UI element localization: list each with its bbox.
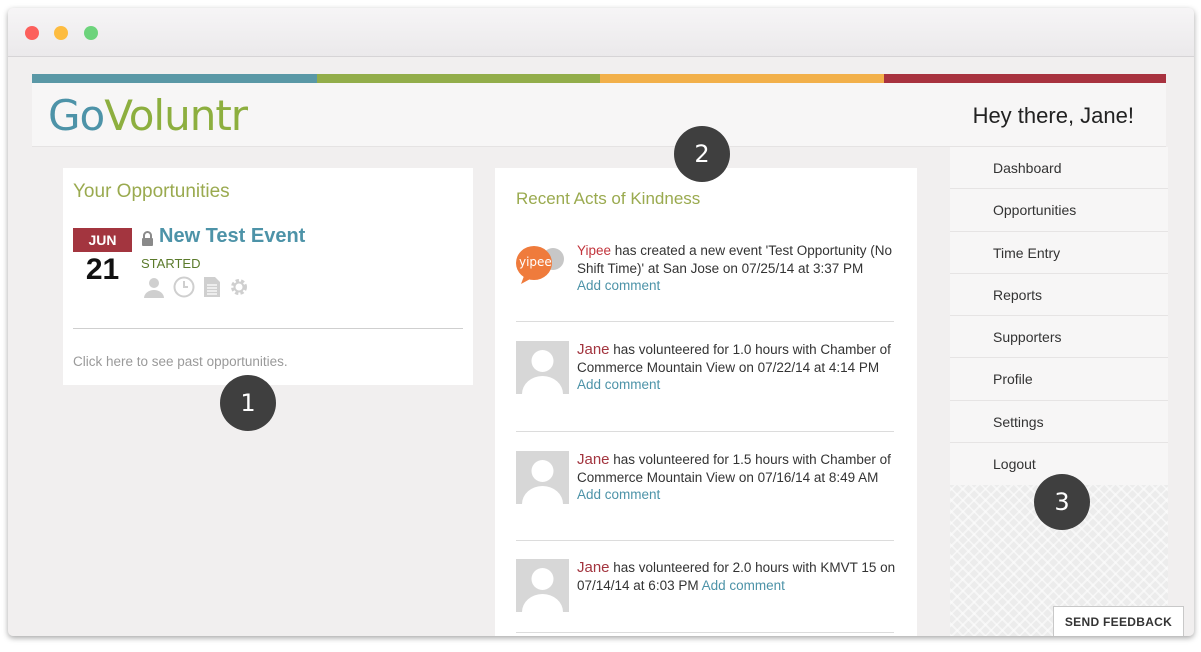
- sidebar-nav: Dashboard Opportunities Time Entry Repor…: [950, 147, 1168, 486]
- yipee-logo-avatar[interactable]: yipee: [516, 242, 569, 284]
- feed-item-text: Jane has volunteered for 2.0 hours with …: [577, 559, 896, 593]
- default-user-avatar[interactable]: [516, 451, 569, 504]
- divider: [73, 328, 463, 329]
- feed-user-link[interactable]: Yipee: [577, 243, 611, 258]
- color-stripe-red: [884, 74, 1166, 83]
- sidebar-item-supporters[interactable]: Supporters: [950, 316, 1168, 359]
- event-month: JUN: [73, 228, 132, 252]
- feed-user-link[interactable]: Jane: [577, 451, 610, 468]
- default-user-avatar[interactable]: [516, 341, 569, 394]
- recent-acts-card: Recent Acts of Kindness yipee Yipee has …: [495, 168, 917, 636]
- sidebar-item-reports[interactable]: Reports: [950, 274, 1168, 317]
- event-title-link[interactable]: New Test Event: [159, 225, 305, 248]
- window-titlebar: [8, 8, 1194, 57]
- person-icon[interactable]: [143, 276, 165, 303]
- color-stripe-green: [317, 74, 600, 83]
- feed-divider: [516, 632, 894, 633]
- event-date-badge: JUN 21: [73, 228, 132, 288]
- opportunities-title: Your Opportunities: [73, 181, 230, 202]
- past-opportunities-link[interactable]: Click here to see past opportunities.: [73, 354, 288, 369]
- browser-window: GoVoluntr Hey there, Jane! Your Opportun…: [8, 8, 1194, 636]
- sidebar-item-opportunities[interactable]: Opportunities: [950, 189, 1168, 232]
- site-header: GoVoluntr Hey there, Jane!: [32, 83, 1166, 147]
- feed-user-link[interactable]: Jane: [577, 341, 610, 358]
- clock-icon[interactable]: [173, 276, 195, 303]
- document-icon[interactable]: [203, 276, 221, 303]
- add-comment-link[interactable]: Add comment: [577, 377, 660, 392]
- feed-divider: [516, 540, 894, 541]
- yipee-logo-text: yipee: [519, 255, 552, 269]
- feed-title: Recent Acts of Kindness: [516, 189, 701, 208]
- add-comment-link[interactable]: Add comment: [577, 487, 660, 502]
- minimize-window-button[interactable]: [54, 26, 68, 40]
- send-feedback-button[interactable]: SEND FEEDBACK: [1053, 606, 1184, 636]
- gear-icon[interactable]: [229, 277, 249, 302]
- feed-divider: [516, 431, 894, 432]
- event-day: 21: [85, 253, 120, 286]
- event-actions: [143, 276, 249, 303]
- close-window-button[interactable]: [25, 26, 39, 40]
- feed-divider: [516, 321, 894, 322]
- sidebar-item-dashboard[interactable]: Dashboard: [950, 147, 1168, 190]
- feed-item-text: Jane has volunteered for 1.0 hours with …: [577, 341, 891, 392]
- zoom-window-button[interactable]: [84, 26, 98, 40]
- sidebar: Dashboard Opportunities Time Entry Repor…: [950, 147, 1168, 636]
- color-stripe-teal: [32, 74, 317, 83]
- add-comment-link[interactable]: Add comment: [577, 278, 660, 293]
- add-comment-link[interactable]: Add comment: [702, 578, 785, 593]
- sidebar-item-time-entry[interactable]: Time Entry: [950, 232, 1168, 274]
- govoluntr-logo[interactable]: GoVoluntr: [48, 91, 248, 140]
- user-greeting: Hey there, Jane!: [972, 103, 1134, 128]
- feed-item-text: Yipee has created a new event 'Test Oppo…: [577, 243, 893, 293]
- feed-item-text: Jane has volunteered for 1.5 hours with …: [577, 451, 891, 502]
- default-user-avatar[interactable]: [516, 559, 569, 612]
- feed-user-link[interactable]: Jane: [577, 559, 610, 576]
- opportunities-card: Your Opportunities JUN 21 New Test Event…: [63, 168, 473, 385]
- event-status: STARTED: [141, 256, 201, 271]
- annotation-marker-2: 2: [674, 126, 730, 182]
- sidebar-item-settings[interactable]: Settings: [950, 401, 1168, 444]
- sidebar-item-profile[interactable]: Profile: [950, 358, 1168, 401]
- lock-icon: [141, 231, 154, 251]
- annotation-marker-3: 3: [1034, 474, 1090, 530]
- color-stripe-orange: [600, 74, 884, 83]
- annotation-marker-1: 1: [220, 375, 276, 431]
